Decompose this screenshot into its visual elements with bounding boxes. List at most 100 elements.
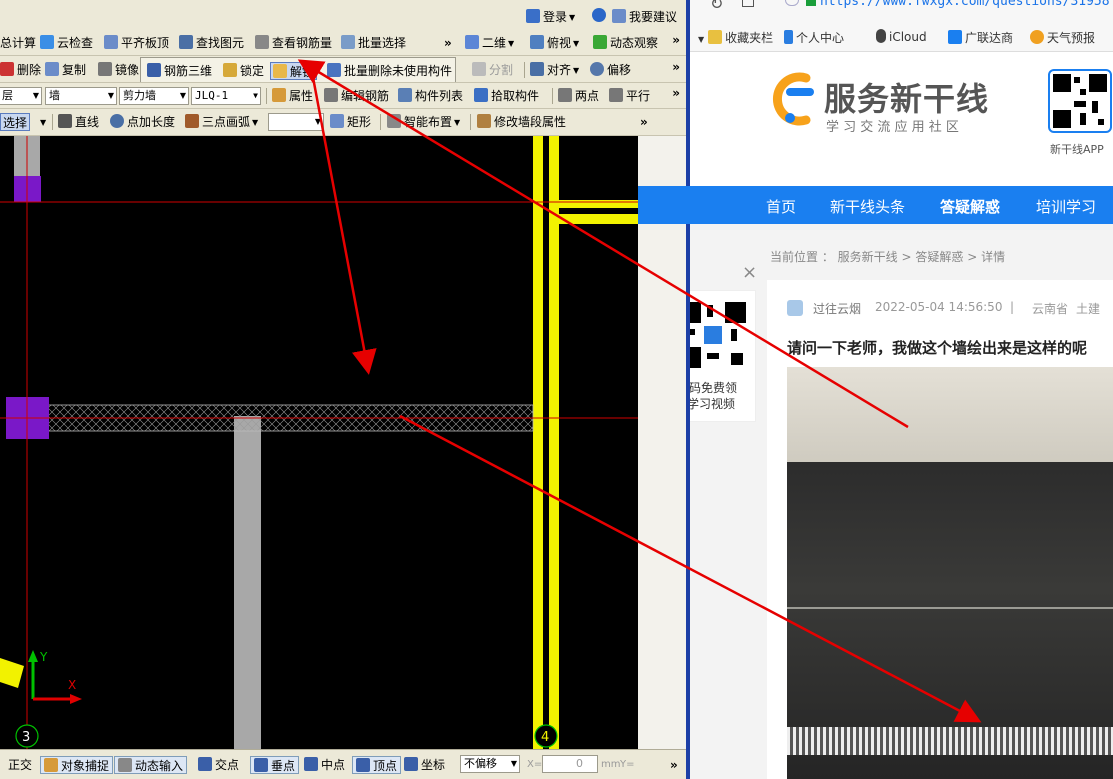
view-2d-dropdown[interactable]: 二维 ▼: [465, 34, 514, 52]
align-slab-top-button[interactable]: 平齐板顶: [104, 34, 169, 52]
dynamic-input-toggle[interactable]: 动态输入: [114, 756, 188, 774]
toolbar1-more[interactable]: »: [672, 33, 680, 47]
apple-icon: [876, 29, 886, 43]
line-button[interactable]: 直线: [58, 113, 99, 131]
suggest-button[interactable]: 我要建议: [612, 8, 677, 25]
post-tag[interactable]: 土建: [1076, 300, 1100, 317]
element-type-select[interactable]: 墙 ▼: [45, 87, 117, 105]
site-logo-icon[interactable]: [766, 70, 816, 132]
coord-x-input[interactable]: 0: [542, 755, 598, 773]
smart-layout-dropdown[interactable]: 智能布置 ▼: [387, 113, 460, 131]
split-icon: [472, 62, 486, 76]
nav-training[interactable]: 培训学习: [1036, 196, 1096, 217]
delete-button[interactable]: 删除: [0, 61, 41, 79]
browser-window: ↻ https://www.fwxgx.com/questions/31958 …: [690, 0, 1113, 779]
offset-button[interactable]: 偏移: [590, 61, 631, 79]
floor-select[interactable]: 层 ▼: [0, 87, 42, 105]
component-name-select[interactable]: JLQ-1 ▼: [191, 87, 261, 105]
bookmark-glodon[interactable]: 广联达商: [948, 29, 1013, 46]
chevron-down-icon: ▼: [32, 91, 39, 100]
toolbar-row-4: 选择 ▼ 直线 点加长度 三点画弧 ▼ ▼ 矩形 智能布置 ▼ 修改墙段属性 »: [0, 109, 686, 136]
split-button[interactable]: 分割: [472, 61, 513, 79]
cloud-check-label: 云检查: [57, 36, 94, 50]
nav-home[interactable]: 首页: [766, 196, 796, 217]
dynamic-observe-button[interactable]: 动态观察: [593, 34, 658, 52]
url-text[interactable]: https://www.fwxgx.com/questions/31958: [820, 0, 1110, 9]
element-subtype-select[interactable]: 剪力墙 ▼: [119, 87, 189, 105]
toolbar2-more[interactable]: »: [672, 60, 680, 74]
vertex-snap[interactable]: 顶点: [352, 756, 402, 774]
batch-delete-unused-button[interactable]: 批量删除未使用构件: [327, 62, 452, 80]
canvas-drawing: Y X 3 4: [0, 136, 638, 749]
batch-select-button[interactable]: 批量选择: [341, 34, 406, 52]
post-time: 2022-05-04 14:56:50: [875, 300, 1003, 314]
perpendicular-snap[interactable]: 垂点: [250, 756, 300, 774]
rectangle-button[interactable]: 矩形: [330, 113, 371, 131]
bookmark-favorites[interactable]: ▼ 收藏夹栏: [698, 29, 773, 46]
line-icon: [58, 114, 72, 128]
select-button[interactable]: 选择: [0, 113, 31, 131]
bookmark-weather[interactable]: 天气预报: [1030, 29, 1095, 46]
site-title[interactable]: 服务新干线: [824, 74, 989, 120]
nav-headlines[interactable]: 新干线头条: [830, 196, 905, 217]
toolbar1-more-left[interactable]: »: [444, 34, 452, 52]
two-points-button[interactable]: 两点: [558, 87, 599, 105]
midpoint-snap[interactable]: 中点: [304, 756, 345, 774]
bookmark-personal-label: 个人中心: [796, 31, 845, 45]
post-photo[interactable]: [787, 367, 1113, 779]
grey-wall-lower[interactable]: [234, 416, 261, 749]
modify-wall-icon: [477, 114, 491, 128]
breadcrumb-home[interactable]: 服务新干线: [838, 250, 898, 264]
offset-mode-select[interactable]: 不偏移 ▼: [460, 755, 520, 773]
properties-button[interactable]: 属性: [272, 87, 313, 105]
close-icon[interactable]: ×: [742, 262, 757, 283]
find-element-button[interactable]: 查找图元: [179, 34, 244, 52]
align-dropdown[interactable]: 对齐 ▼: [530, 61, 579, 79]
binoculars-icon: [179, 35, 193, 49]
status-more[interactable]: »: [670, 756, 678, 774]
element-subtype-value: 剪力墙: [123, 89, 156, 102]
breadcrumb-qa[interactable]: 答疑解惑: [915, 250, 963, 264]
login-button[interactable]: 登录 ▼: [526, 8, 575, 25]
toolbar3-more[interactable]: »: [672, 86, 680, 100]
cloud-check-button[interactable]: 云检查: [40, 34, 93, 52]
lock-button[interactable]: 锁定: [223, 62, 264, 80]
notification-button[interactable]: [592, 8, 609, 23]
qr-code-icon: [690, 302, 746, 368]
pick-component-button[interactable]: 拾取构件: [474, 87, 539, 105]
drawing-canvas[interactable]: Y X 3 4: [0, 136, 638, 749]
bookmark-personal-center[interactable]: 个人中心: [784, 29, 844, 46]
coordinate-snap[interactable]: 坐标: [404, 756, 445, 774]
mirror-button[interactable]: 镜像: [98, 61, 139, 79]
refresh-icon[interactable]: ↻: [710, 0, 723, 13]
arc-mode-select[interactable]: ▼: [268, 113, 324, 131]
edit-rebar-button[interactable]: 编辑钢筋: [324, 87, 389, 105]
app-qr-code: [1048, 69, 1112, 133]
rebar-3d-button[interactable]: 钢筋三维: [147, 62, 212, 80]
parallel-button[interactable]: 平行: [609, 87, 650, 105]
select-dropdown-arrow[interactable]: ▼: [38, 113, 46, 131]
ortho-toggle[interactable]: 正交: [8, 756, 32, 774]
home-icon[interactable]: [742, 0, 754, 7]
chevron-down-icon: ▼: [253, 91, 258, 100]
batch-delete-icon: [327, 63, 341, 77]
component-list-button[interactable]: 构件列表: [398, 87, 463, 105]
point-length-button[interactable]: 点加长度: [110, 113, 175, 131]
object-snap-toggle[interactable]: 对象捕捉: [40, 756, 114, 774]
bookmark-icloud[interactable]: iCloud: [876, 29, 927, 44]
total-calc-button[interactable]: 总计算: [0, 34, 36, 52]
intersection-snap[interactable]: 交点: [198, 756, 239, 774]
post-author[interactable]: 过往云烟: [813, 300, 861, 317]
toolbar4-more[interactable]: »: [640, 113, 648, 131]
top-view-dropdown[interactable]: 俯视 ▼: [530, 34, 579, 52]
post-card: 过往云烟 2022-05-04 14:56:50 | 云南省 土建 请问一下老师…: [767, 280, 1113, 779]
unlock-button[interactable]: 解锁: [270, 62, 318, 80]
yellow-element[interactable]: [0, 658, 24, 688]
nav-qa[interactable]: 答疑解惑: [940, 196, 1000, 217]
component-list-label: 构件列表: [415, 89, 464, 103]
three-point-arc-button[interactable]: 三点画弧 ▼: [185, 113, 258, 131]
view-rebar-qty-button[interactable]: 查看钢筋量: [255, 34, 332, 52]
copy-button[interactable]: 复制: [45, 61, 86, 79]
modify-wall-segment-button[interactable]: 修改墙段属性: [477, 113, 566, 131]
smart-layout-label: 智能布置: [404, 115, 453, 129]
